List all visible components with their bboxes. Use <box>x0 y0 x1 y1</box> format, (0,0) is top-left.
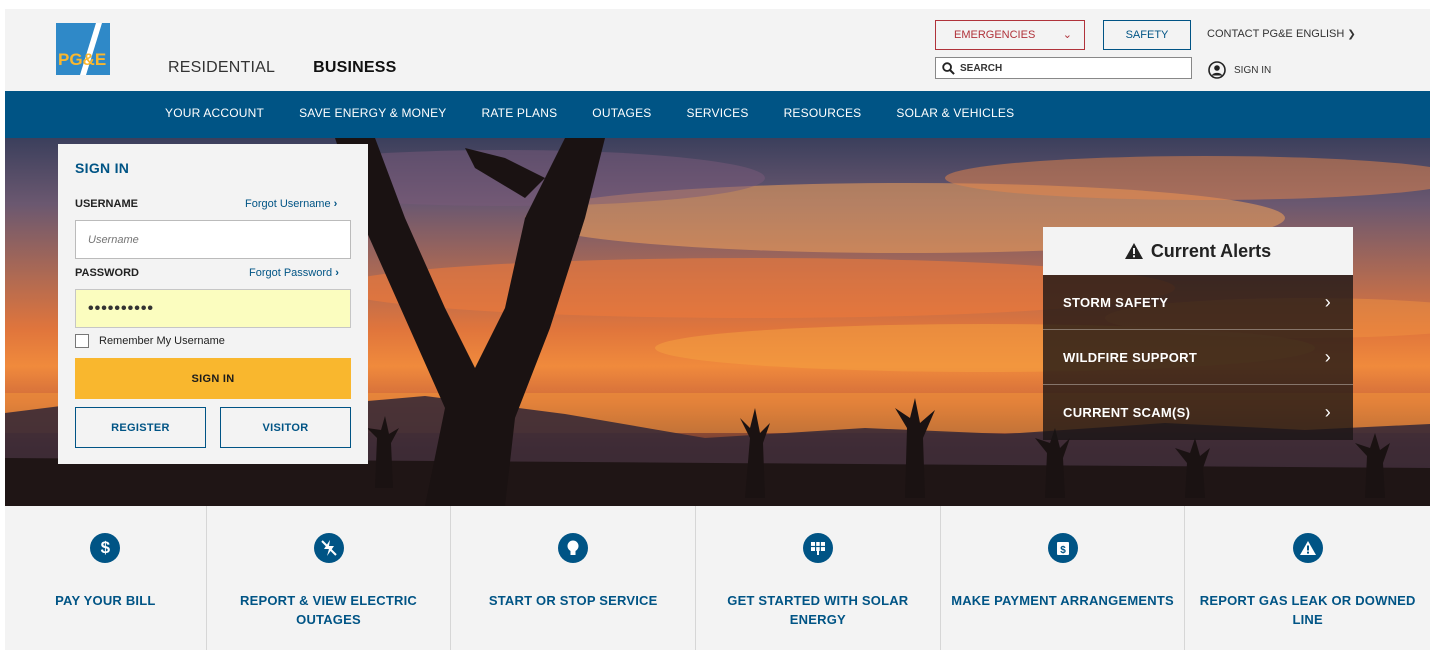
tab-residential[interactable]: RESIDENTIAL <box>168 59 275 77</box>
chevron-right-icon: › <box>1324 402 1331 422</box>
current-alerts-panel: Current Alerts STORM SAFETY › WILDFIRE S… <box>1043 227 1353 440</box>
safety-button[interactable]: SAFETY <box>1103 20 1191 50</box>
svg-text:$: $ <box>1060 545 1066 556</box>
remember-label: Remember My Username <box>99 335 225 347</box>
password-field[interactable] <box>75 289 351 328</box>
nav-outages[interactable]: OUTAGES <box>592 106 651 120</box>
chevron-right-icon: › <box>335 267 339 279</box>
payment-calendar-icon: $ <box>1047 533 1078 563</box>
alerts-header: Current Alerts <box>1043 227 1353 275</box>
remember-checkbox[interactable] <box>75 334 89 348</box>
quick-link-label: REPORT GAS LEAK OR DOWNED LINE <box>1199 593 1416 627</box>
nav-services[interactable]: SERVICES <box>686 106 748 120</box>
alert-storm-safety[interactable]: STORM SAFETY › <box>1043 275 1353 330</box>
username-field[interactable] <box>75 220 351 259</box>
chevron-right-icon: › <box>1324 346 1331 367</box>
quick-link-label: GET STARTED WITH SOLAR ENERGY <box>727 593 909 627</box>
dollar-icon: $ <box>90 533 121 563</box>
tab-business[interactable]: BUSINESS <box>313 59 396 77</box>
power-outage-icon <box>313 533 344 563</box>
nav-your-account[interactable]: YOUR ACCOUNT <box>165 106 264 120</box>
alerts-title: Current Alerts <box>1150 240 1272 261</box>
nav-save-energy[interactable]: SAVE ENERGY & MONEY <box>299 106 446 120</box>
search-input[interactable] <box>960 62 1180 74</box>
search-box[interactable] <box>935 57 1192 79</box>
quick-link-label: MAKE PAYMENT ARRANGEMENTS <box>951 593 1174 608</box>
segment-tabs: RESIDENTIAL BUSINESS <box>168 59 397 77</box>
quick-report-outages[interactable]: REPORT & VIEW ELECTRIC OUTAGES <box>207 506 452 650</box>
contact-link[interactable]: CONTACT PG&E <box>1207 28 1293 40</box>
warning-icon <box>1292 533 1323 563</box>
pge-logo[interactable]: PG&E <box>56 23 110 75</box>
quick-payment-arrangements[interactable]: $ MAKE PAYMENT ARRANGEMENTS <box>941 506 1186 650</box>
logo-text: PG&E <box>58 50 106 69</box>
language-selector[interactable]: ENGLISH ❯ <box>1296 28 1356 40</box>
alert-current-scams[interactable]: CURRENT SCAM(S) › <box>1043 385 1353 440</box>
alerts-list: STORM SAFETY › WILDFIRE SUPPORT › CURREN… <box>1043 275 1353 440</box>
password-label: PASSWORD <box>75 267 139 279</box>
alert-wildfire-support[interactable]: WILDFIRE SUPPORT › <box>1043 330 1353 385</box>
nav-rate-plans[interactable]: RATE PLANS <box>481 106 557 120</box>
visitor-button[interactable]: VISITOR <box>220 407 351 448</box>
quick-link-label: PAY YOUR BILL <box>55 593 156 608</box>
username-label: USERNAME <box>75 198 138 210</box>
signin-title: SIGN IN <box>75 160 130 176</box>
signin-button[interactable]: SIGN IN <box>75 358 351 399</box>
forgot-username-link[interactable]: Forgot Username › <box>245 198 337 210</box>
main-navigation: YOUR ACCOUNT SAVE ENERGY & MONEY RATE PL… <box>5 91 1430 138</box>
solar-panel-icon <box>802 533 833 563</box>
site-header: PG&E RESIDENTIAL BUSINESS EMERGENCIES ⌄ … <box>5 9 1430 141</box>
forgot-username-text: Forgot Username <box>245 198 331 210</box>
emergencies-dropdown[interactable]: EMERGENCIES ⌄ <box>935 20 1085 50</box>
chevron-down-icon: ❯ <box>1347 29 1356 40</box>
header-signin-link[interactable]: SIGN IN <box>1208 61 1271 79</box>
remember-username-row[interactable]: Remember My Username <box>75 334 225 348</box>
alert-label: STORM SAFETY <box>1063 294 1169 310</box>
lightbulb-icon <box>558 533 589 563</box>
header-signin-label: SIGN IN <box>1234 64 1272 76</box>
forgot-password-link[interactable]: Forgot Password › <box>249 267 339 279</box>
quick-pay-bill[interactable]: $ PAY YOUR BILL <box>5 506 207 650</box>
chevron-down-icon: ⌄ <box>1062 29 1072 41</box>
quick-report-gas-leak[interactable]: REPORT GAS LEAK OR DOWNED LINE <box>1185 506 1430 650</box>
emergencies-label: EMERGENCIES <box>954 29 1036 41</box>
quick-start-stop-service[interactable]: START OR STOP SERVICE <box>451 506 697 650</box>
warning-triangle-icon <box>1124 243 1143 259</box>
alert-label: WILDFIRE SUPPORT <box>1063 349 1198 365</box>
chevron-right-icon: › <box>1324 291 1331 312</box>
chevron-right-icon: › <box>333 198 338 210</box>
quick-link-label: START OR STOP SERVICE <box>488 593 658 608</box>
quick-link-label: REPORT & VIEW ELECTRIC OUTAGES <box>239 593 418 627</box>
quick-links-bar: $ PAY YOUR BILL REPORT & VIEW ELECTRIC O… <box>5 506 1430 650</box>
quick-solar-energy[interactable]: GET STARTED WITH SOLAR ENERGY <box>696 506 941 650</box>
user-icon <box>1208 61 1226 79</box>
forgot-password-text: Forgot Password <box>249 267 333 279</box>
page-frame: PG&E RESIDENTIAL BUSINESS EMERGENCIES ⌄ … <box>5 9 1430 650</box>
language-label: ENGLISH <box>1296 28 1345 40</box>
register-button[interactable]: REGISTER <box>75 407 206 448</box>
alert-label: CURRENT SCAM(S) <box>1063 405 1191 420</box>
signin-panel: SIGN IN USERNAME Forgot Username › PASSW… <box>58 144 368 464</box>
nav-solar-vehicles[interactable]: SOLAR & VEHICLES <box>896 106 1014 120</box>
search-icon <box>942 61 955 75</box>
nav-resources[interactable]: RESOURCES <box>784 106 862 120</box>
